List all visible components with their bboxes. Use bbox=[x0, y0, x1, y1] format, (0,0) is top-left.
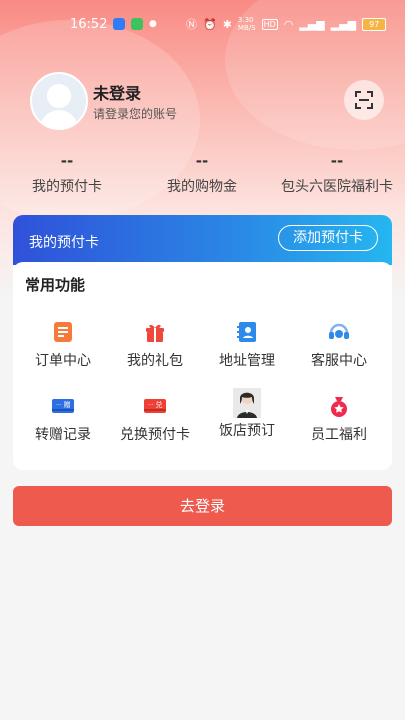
network-speed-unit: MB/S bbox=[237, 24, 256, 32]
avatar[interactable] bbox=[30, 72, 88, 130]
employee-welfare-item[interactable]: 员工福利 bbox=[293, 394, 385, 444]
stat-value: -- bbox=[330, 152, 344, 170]
login-hint: 请登录您的账号 bbox=[93, 107, 178, 121]
wifi-icon: ◠ bbox=[283, 17, 294, 31]
add-prepaid-card-button[interactable]: 添加预付卡 bbox=[278, 225, 378, 251]
common-functions-title: 常用功能 bbox=[25, 276, 86, 294]
scan-button[interactable] bbox=[344, 80, 384, 120]
svg-text:···: ··· bbox=[148, 402, 154, 409]
battery-icon: 97 bbox=[362, 17, 387, 31]
common-functions-panel: 常用功能 订单中心 我的礼包 地址管理 客服中心 赠 ··· 转赠记录 兑 ··· … bbox=[13, 262, 392, 470]
headset-icon bbox=[327, 320, 351, 344]
receptionist-icon bbox=[233, 388, 261, 418]
restaurant-booking-item[interactable]: 饭店预订 bbox=[201, 388, 293, 440]
dot-icon: ● bbox=[149, 19, 157, 29]
gift-card-icon: 赠 ··· bbox=[51, 394, 75, 418]
exchange-prepaid-card-item[interactable]: 兑 ··· 兑换预付卡 bbox=[109, 394, 201, 444]
wechat-icon bbox=[131, 18, 143, 30]
alarm-icon: ⏰ bbox=[203, 17, 217, 31]
my-gift-item[interactable]: 我的礼包 bbox=[109, 320, 201, 370]
exchange-card-icon: 兑 ··· bbox=[143, 394, 167, 418]
app-notification-icon bbox=[113, 18, 125, 30]
function-label: 员工福利 bbox=[311, 427, 367, 443]
transfer-record-item[interactable]: 赠 ··· 转赠记录 bbox=[17, 394, 109, 444]
stat-prepaid-card[interactable]: -- 我的预付卡 bbox=[20, 152, 114, 196]
function-label: 兑换预付卡 bbox=[120, 427, 190, 443]
status-time: 16:52 bbox=[70, 17, 108, 32]
function-label: 饭店预订 bbox=[219, 423, 275, 439]
customer-service-item[interactable]: 客服中心 bbox=[293, 320, 385, 370]
order-center-item[interactable]: 订单中心 bbox=[17, 320, 109, 370]
bluetooth-icon: ✱ bbox=[222, 17, 232, 31]
user-name[interactable]: 未登录 bbox=[93, 80, 141, 104]
stat-welfare-card[interactable]: -- 包头六医院福利卡 bbox=[276, 152, 398, 196]
gift-icon bbox=[143, 320, 167, 344]
function-label: 转赠记录 bbox=[35, 427, 91, 443]
order-icon bbox=[51, 320, 75, 344]
exchange-badge-text: 兑 bbox=[156, 400, 163, 409]
welfare-bag-icon bbox=[327, 394, 351, 418]
function-label: 我的礼包 bbox=[127, 353, 183, 369]
function-label: 订单中心 bbox=[35, 353, 91, 369]
signal-icon: ▂▄▆ bbox=[330, 17, 357, 31]
prepaid-card-title: 我的预付卡 bbox=[29, 235, 99, 251]
address-book-icon bbox=[235, 320, 259, 344]
stat-label: 我的购物金 bbox=[167, 179, 237, 195]
stat-label: 包头六医院福利卡 bbox=[281, 179, 393, 195]
scan-icon bbox=[355, 91, 373, 109]
stat-value: -- bbox=[60, 152, 74, 170]
svg-text:···: ··· bbox=[56, 402, 62, 409]
login-button[interactable]: 去登录 bbox=[13, 486, 392, 526]
transfer-badge-text: 赠 bbox=[64, 400, 71, 409]
stat-shopping-credit[interactable]: -- 我的购物金 bbox=[155, 152, 249, 196]
stat-value: -- bbox=[195, 152, 209, 170]
nfc-icon: Ⓝ bbox=[186, 18, 197, 31]
function-label: 地址管理 bbox=[219, 353, 275, 369]
network-speed-value: 3.30 bbox=[237, 16, 254, 24]
address-management-item[interactable]: 地址管理 bbox=[201, 320, 293, 370]
function-label: 客服中心 bbox=[311, 353, 367, 369]
status-bar: 16:52 ● Ⓝ ⏰ ✱ 3.30 MB/S HD ◠ ▂▄▆ ▂▄▆ 97 bbox=[0, 14, 405, 38]
signal-icon: ▂▄▆ bbox=[299, 17, 325, 31]
stat-label: 我的预付卡 bbox=[32, 179, 102, 195]
hd-icon: HD bbox=[261, 18, 278, 30]
